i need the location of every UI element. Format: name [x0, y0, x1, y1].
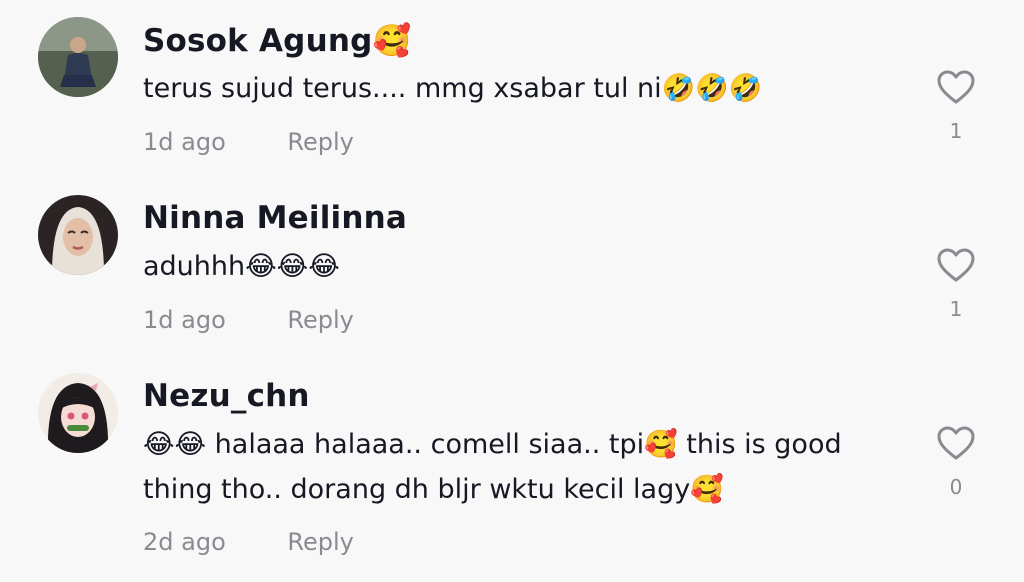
comment-meta: 2d ago Reply [143, 528, 354, 556]
comment-list: Sosok Agung🥰 terus sujud terus.... mmg x… [0, 0, 1024, 582]
like-button[interactable] [936, 425, 976, 461]
heart-icon [937, 248, 975, 282]
anime-girl-avatar-icon [38, 373, 118, 453]
like-button[interactable] [936, 69, 976, 105]
comment-text: aduhhh😂😂😂 [143, 251, 340, 282]
comment-meta: 1d ago Reply [143, 306, 354, 334]
user-photo-icon [38, 17, 118, 97]
comment-timestamp: 1d ago [143, 128, 226, 156]
avatar[interactable] [38, 17, 118, 97]
heart-icon [937, 426, 975, 460]
comment-timestamp: 1d ago [143, 306, 226, 334]
reply-button[interactable]: Reply [287, 306, 353, 334]
reply-button[interactable]: Reply [287, 528, 353, 556]
comment-text: 😂😂 halaaa halaaa.. comell siaa.. tpi🥰 th… [143, 429, 842, 505]
avatar[interactable] [38, 195, 118, 275]
reply-button[interactable]: Reply [287, 128, 353, 156]
comment-username[interactable]: Sosok Agung🥰 [143, 22, 411, 59]
comment-meta: 1d ago Reply [143, 128, 354, 156]
comment-username[interactable]: Ninna Meilinna [143, 200, 407, 236]
like-count: 1 [949, 297, 963, 321]
like-count: 0 [949, 475, 963, 499]
like-count: 1 [949, 119, 963, 143]
comment-text: terus sujud terus.... mmg xsabar tul ni🤣… [143, 73, 763, 104]
comment-timestamp: 2d ago [143, 528, 226, 556]
heart-icon [937, 70, 975, 104]
like-button[interactable] [936, 247, 976, 283]
comment-username[interactable]: Nezu_chn [143, 378, 310, 414]
user-photo-icon [38, 195, 118, 275]
avatar[interactable] [38, 373, 118, 453]
